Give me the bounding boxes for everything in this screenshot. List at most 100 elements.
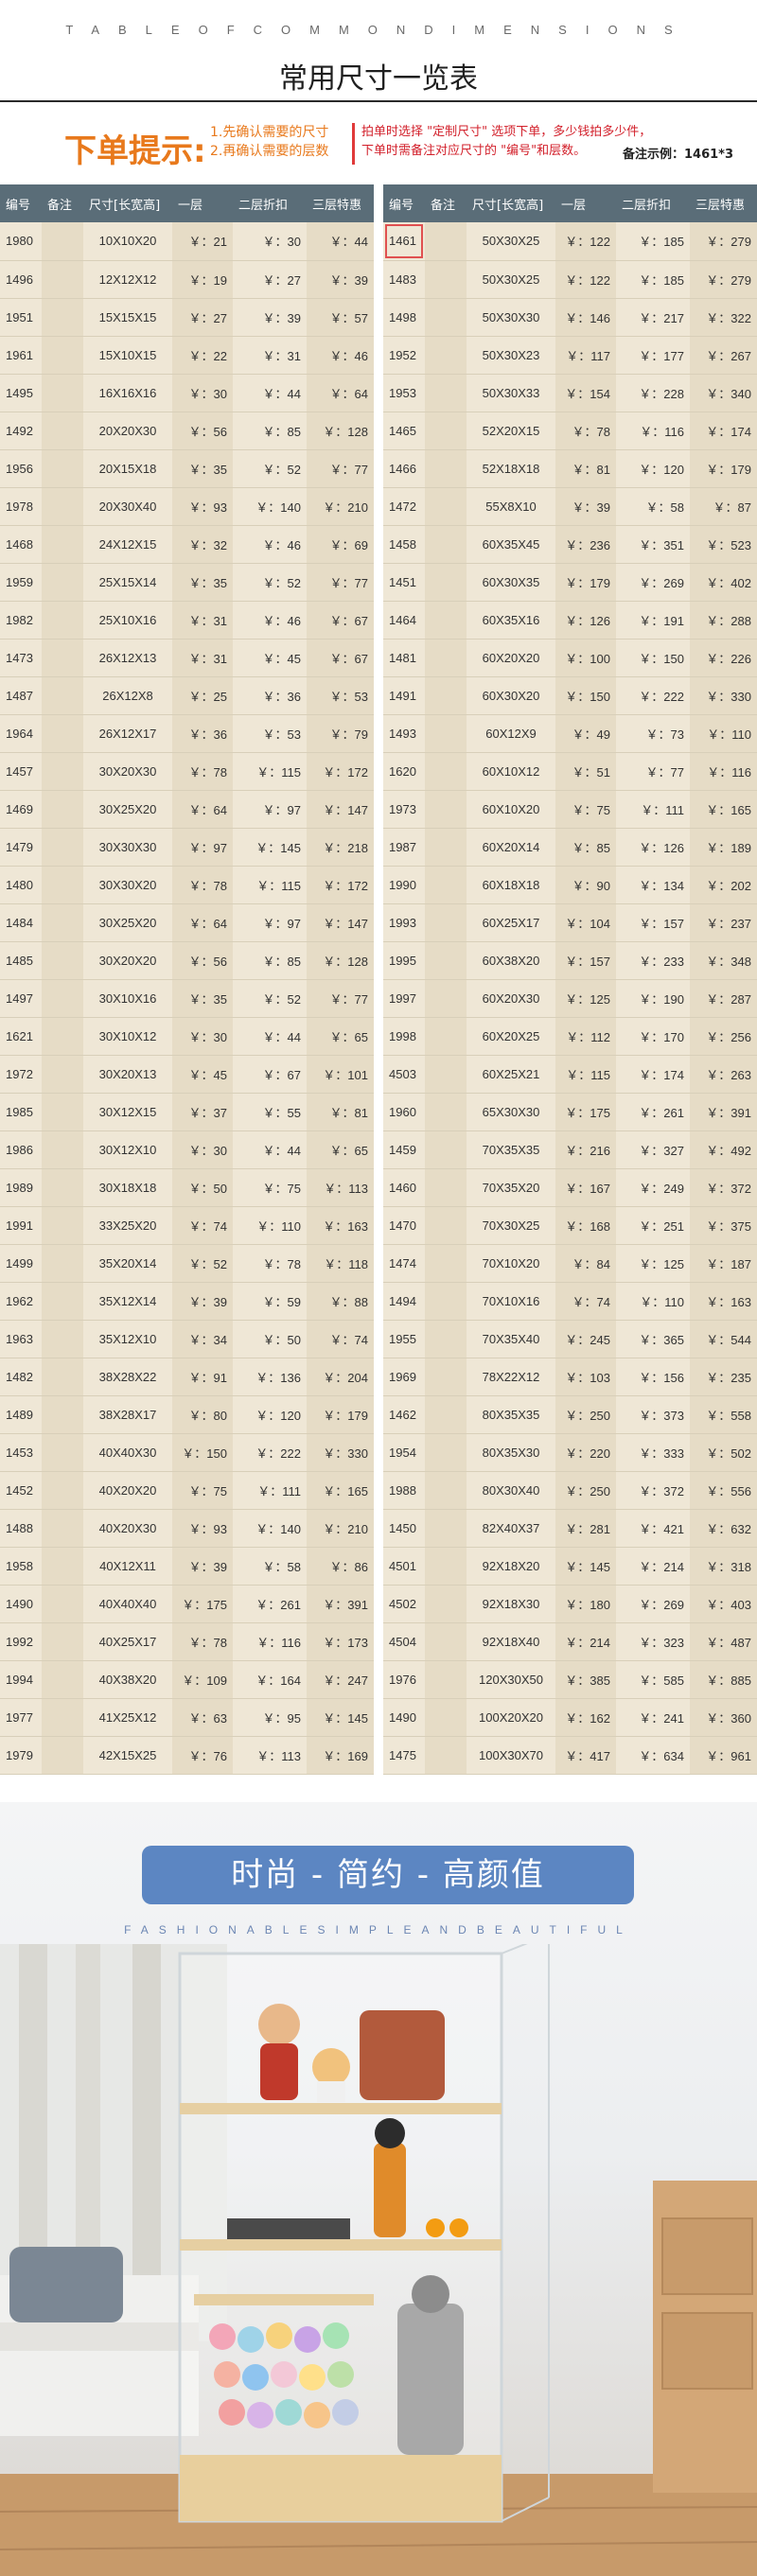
table-row: 4501 92X18X20 ￥：145 ￥：214 ￥：318	[383, 1547, 757, 1586]
price-three-layer: ￥：44	[307, 222, 374, 261]
price-one-layer: ￥：35	[172, 449, 233, 488]
size-dimensions: 25X15X14	[83, 563, 172, 602]
size-note	[42, 374, 83, 412]
price-three-layer: ￥：46	[307, 336, 374, 375]
size-note	[425, 866, 467, 904]
size-dimensions: 60X20X30	[467, 979, 555, 1018]
price-three-layer: ￥：169	[307, 1736, 374, 1775]
price-two-layer: ￥：55	[233, 1093, 307, 1131]
size-note	[425, 714, 467, 753]
size-dimensions: 30X25X20	[83, 790, 172, 829]
table-row: 1452 40X20X20 ￥：75 ￥：111 ￥：165	[0, 1471, 374, 1510]
size-code: 1991	[0, 1206, 42, 1245]
size-note	[42, 1206, 83, 1245]
size-dimensions: 70X10X20	[467, 1244, 555, 1283]
size-code: 1960	[383, 1093, 425, 1131]
price-one-layer: ￥：93	[172, 487, 233, 526]
price-one-layer: ￥：417	[555, 1736, 616, 1775]
cushion	[9, 2247, 123, 2322]
table-gap	[374, 184, 383, 1779]
table-row: 1972 30X20X13 ￥：45 ￥：67 ￥：101	[0, 1055, 374, 1094]
price-two-layer: ￥：52	[233, 449, 307, 488]
table-row: 1979 42X15X25 ￥：76 ￥：113 ￥：169	[0, 1736, 374, 1775]
order-tip-step-1: 1.先确认需要的尺寸	[210, 125, 329, 140]
size-code: 1480	[0, 866, 42, 904]
price-three-layer: ￥：147	[307, 903, 374, 942]
price-three-layer: ￥：492	[690, 1130, 757, 1169]
header-note: 备注	[425, 184, 467, 222]
price-one-layer: ￥：385	[555, 1660, 616, 1699]
table-row: 1951 15X15X15 ￥：27 ￥：39 ￥：57	[0, 298, 374, 337]
size-note	[42, 601, 83, 640]
size-note	[425, 222, 467, 261]
size-code: 1491	[383, 676, 425, 715]
header-three-layer: 三层特惠	[690, 184, 757, 222]
table-row: 1958 40X12X11 ￥：39 ￥：58 ￥：86	[0, 1547, 374, 1586]
header-one-layer: 一层	[172, 184, 233, 222]
price-two-layer: ￥：373	[616, 1395, 690, 1434]
price-three-layer: ￥：189	[690, 828, 757, 867]
size-note	[425, 828, 467, 867]
price-two-layer: ￥：67	[233, 1055, 307, 1094]
price-three-layer: ￥：165	[307, 1471, 374, 1510]
price-two-layer: ￥：85	[233, 941, 307, 980]
size-dimensions: 40X25X17	[83, 1622, 172, 1661]
robot-figure	[360, 2010, 445, 2100]
promo-subtitle: FASHIONABLESIMPLEANDBEAUTIFUL	[124, 1923, 633, 1936]
price-one-layer: ￥：78	[172, 1622, 233, 1661]
table-row: 1961 15X10X15 ￥：22 ￥：31 ￥：46	[0, 336, 374, 375]
price-one-layer: ￥：150	[555, 676, 616, 715]
price-three-layer: ￥：487	[690, 1622, 757, 1661]
table-row: 4503 60X25X21 ￥：115 ￥：174 ￥：263	[383, 1055, 757, 1094]
size-dimensions: 30X10X16	[83, 979, 172, 1018]
size-code: 1980	[0, 222, 42, 261]
size-dimensions: 80X35X30	[467, 1433, 555, 1472]
table-row: 1493 60X12X9 ￥：49 ￥：73 ￥：110	[383, 714, 757, 753]
price-three-layer: ￥：279	[690, 222, 757, 261]
price-three-layer: ￥：375	[690, 1206, 757, 1245]
collectible-figures	[209, 2322, 359, 2428]
price-two-layer: ￥：134	[616, 866, 690, 904]
size-code: 1492	[0, 412, 42, 450]
price-two-layer: ￥：164	[233, 1660, 307, 1699]
price-one-layer: ￥：214	[555, 1622, 616, 1661]
size-dimensions: 50X30X25	[467, 260, 555, 299]
size-note	[42, 1244, 83, 1283]
price-two-layer: ￥：150	[616, 639, 690, 677]
order-tip-step-2: 2.再确认需要的层数	[210, 144, 329, 159]
size-dimensions: 38X28X22	[83, 1358, 172, 1396]
size-dimensions: 20X30X40	[83, 487, 172, 526]
table-row: 1475 100X30X70 ￥：417 ￥：634 ￥：961	[383, 1736, 757, 1775]
size-dimensions: 10X10X20	[83, 222, 172, 261]
price-three-layer: ￥：237	[690, 903, 757, 942]
size-dimensions: 70X35X40	[467, 1320, 555, 1358]
price-two-layer: ￥：585	[616, 1660, 690, 1699]
price-one-layer: ￥：175	[172, 1585, 233, 1623]
price-three-layer: ￥：101	[307, 1055, 374, 1094]
size-code: 1489	[0, 1395, 42, 1434]
size-dimensions: 30X10X12	[83, 1017, 172, 1056]
figure-body	[260, 2043, 298, 2100]
price-three-layer: ￥：288	[690, 601, 757, 640]
size-dimensions: 70X10X16	[467, 1282, 555, 1321]
table-row: 1481 60X20X20 ￥：100 ￥：150 ￥：226	[383, 639, 757, 677]
price-one-layer: ￥：22	[172, 336, 233, 375]
size-code: 1951	[0, 298, 42, 337]
order-note: 拍单时选择 "定制尺寸" 选项下单，多少钱拍多少件， 下单时需备注对应尺寸的 "…	[361, 123, 651, 161]
size-dimensions: 60X25X17	[467, 903, 555, 942]
price-two-layer: ￥：233	[616, 941, 690, 980]
size-note	[425, 449, 467, 488]
size-note	[42, 222, 83, 261]
price-two-layer: ￥：136	[233, 1358, 307, 1396]
size-dimensions: 16X16X16	[83, 374, 172, 412]
header-code: 编号	[0, 184, 42, 222]
order-note-line-1: 拍单时选择 "定制尺寸" 选项下单，多少钱拍多少件，	[361, 125, 652, 139]
header-code: 编号	[383, 184, 425, 222]
price-two-layer: ￥：185	[616, 260, 690, 299]
price-one-layer: ￥：35	[172, 563, 233, 602]
table-row: 1497 30X10X16 ￥：35 ￥：52 ￥：77	[0, 979, 374, 1018]
price-two-layer: ￥：222	[233, 1433, 307, 1472]
shelf	[194, 2294, 374, 2305]
size-dimensions: 50X30X33	[467, 374, 555, 412]
size-dimensions: 15X15X15	[83, 298, 172, 337]
